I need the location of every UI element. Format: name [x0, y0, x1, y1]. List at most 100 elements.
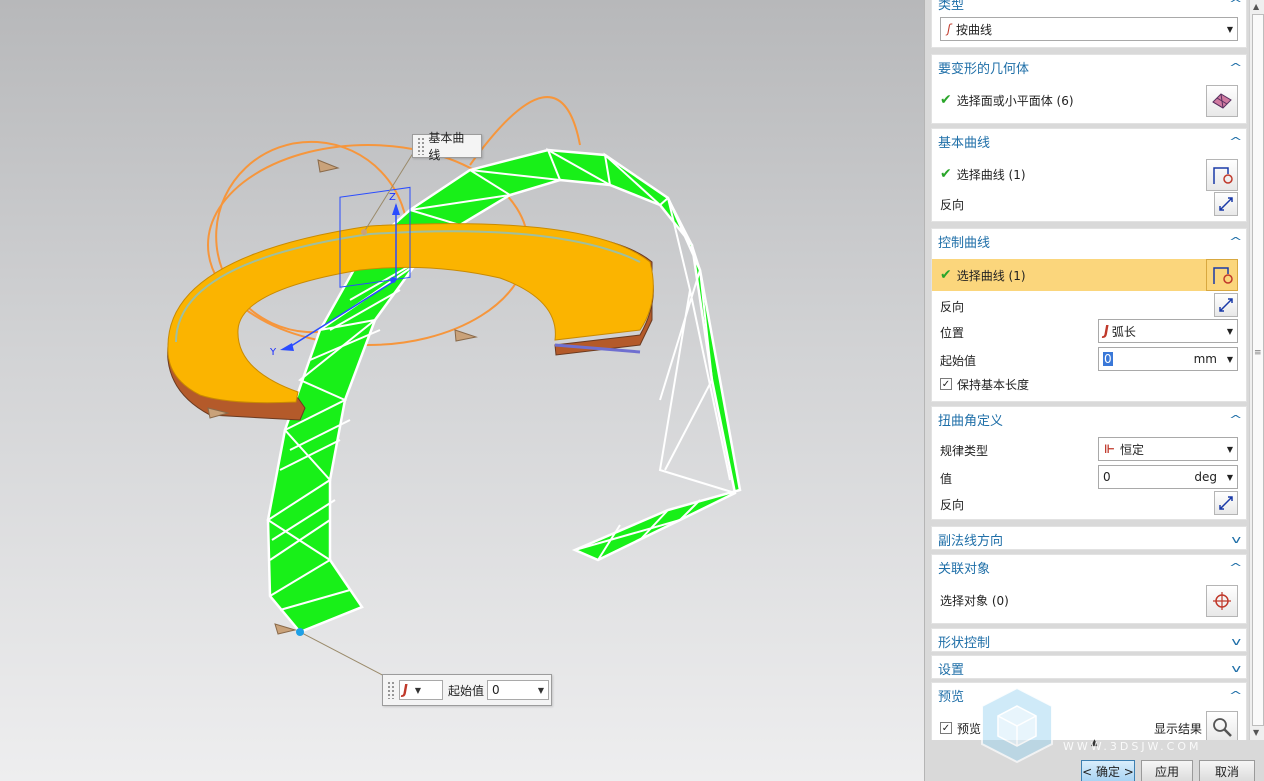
section-binormal-title: 副法线方向: [938, 533, 1004, 549]
base-curve-callout-label: 基本曲线: [428, 131, 465, 162]
twist-value-unit: deg: [1194, 470, 1217, 484]
checkmark-icon: ✔: [940, 166, 952, 182]
checkmark-icon: ✔: [940, 92, 952, 108]
position-dropdown[interactable]: J 弧长 ▼: [1098, 319, 1238, 343]
model-scene[interactable]: Z Y: [0, 0, 924, 781]
section-shape-control-header[interactable]: 形状控制 v: [932, 629, 1246, 653]
watermark-text: WWW.3DSJW.COM: [1063, 740, 1202, 753]
law-type-dropdown[interactable]: ⊩ 恒定 ▼: [1098, 437, 1238, 461]
chevron-down-icon: v: [1231, 634, 1242, 648]
start-value-input[interactable]: 0 ▼: [487, 680, 550, 700]
arrow-handle-2: [454, 329, 478, 342]
show-result-button[interactable]: [1206, 711, 1238, 740]
select-faces-row[interactable]: ✔ 选择面或小平面体 (6): [932, 87, 1248, 113]
start-value-field-text: 0: [1103, 352, 1113, 366]
control-curve-reverse-row: 反向: [932, 293, 1248, 319]
chevron-down-icon: ▼: [1226, 472, 1233, 482]
twist-value-text: 0: [1103, 470, 1111, 484]
select-object-row[interactable]: 选择对象 (0): [932, 587, 1248, 613]
section-twist-header[interactable]: 扭曲角定义 ^: [932, 407, 1246, 431]
base-curve-select-button[interactable]: [1206, 159, 1238, 191]
callout-grip[interactable]: [387, 681, 395, 699]
position-label: 位置: [940, 325, 965, 340]
control-curve-select-label: 选择曲线 (1): [956, 268, 1026, 283]
apply-button[interactable]: 应用: [1141, 760, 1193, 781]
section-settings-header[interactable]: 设置 v: [932, 656, 1246, 680]
preview-checkbox[interactable]: ✓: [940, 722, 952, 734]
twist-value-field[interactable]: 0 deg ▼: [1098, 465, 1238, 489]
control-curve-select-button[interactable]: [1206, 259, 1238, 291]
section-geometry-title: 要变形的几何体: [938, 61, 1030, 77]
start-point-handle[interactable]: [296, 628, 304, 636]
ok-button[interactable]: < 确定 >: [1081, 760, 1135, 781]
preview-label: 预览: [957, 721, 982, 736]
section-settings: 设置 v: [931, 655, 1247, 679]
arrow-handle-1: [317, 159, 340, 173]
crosshair-icon: [1213, 592, 1231, 610]
chevron-up-icon: ^: [1228, 412, 1243, 426]
position-dropdown-value: 弧长: [1111, 324, 1136, 339]
section-control-curve-title: 控制曲线: [938, 235, 991, 251]
section-shape-control-title: 形状控制: [938, 635, 991, 651]
law-type-value: 恒定: [1119, 442, 1144, 457]
scroll-down-icon[interactable]: ▼: [1253, 728, 1259, 737]
keep-length-row[interactable]: ✓ 保持基本长度: [932, 371, 1248, 397]
section-type-header[interactable]: 类型 ^: [932, 0, 1246, 15]
start-value-field-label: 起始值: [940, 353, 977, 368]
control-curve-select-row[interactable]: ✔ 选择曲线 (1): [932, 259, 1206, 291]
watermark-logo: [981, 686, 1053, 764]
scroll-up-icon[interactable]: ▲: [1253, 2, 1259, 11]
y-axis-label: Y: [269, 347, 277, 358]
dialog-scrollbar[interactable]: ▲ ≡ ▼: [1249, 0, 1264, 740]
section-associated-header[interactable]: 关联对象 ^: [932, 555, 1246, 579]
type-dropdown[interactable]: ʃ 按曲线 ▼: [940, 17, 1238, 41]
twist-reverse-label: 反向: [940, 497, 965, 512]
section-type-title: 类型: [938, 0, 965, 13]
mesh-surface: [266, 148, 742, 634]
curve-select-icon: [1213, 167, 1233, 184]
select-faces-button[interactable]: [1206, 85, 1238, 117]
section-control-curve: 控制曲线 ^ ✔ 选择曲线 (1) 反向 位置 J 弧长 ▼ 起始值 0 mm …: [931, 228, 1247, 402]
dialog-scroll-area: 类型 ^ ʃ 按曲线 ▼ 要变形的几何体 ^ ✔ 选择面或小平面体 (6) 基本…: [925, 0, 1249, 740]
section-type: 类型 ^ ʃ 按曲线 ▼: [931, 0, 1247, 48]
section-base-curve: 基本曲线 ^ ✔ 选择曲线 (1) 反向: [931, 128, 1247, 222]
control-curve-reverse-button[interactable]: [1214, 293, 1238, 317]
chevron-down-icon: ▼: [1226, 354, 1233, 364]
graphics-viewport[interactable]: Z Y 基本曲线 J ▼ 起始值 0 ▼: [0, 0, 924, 781]
deform-by-curve-dialog: 类型 ^ ʃ 按曲线 ▼ 要变形的几何体 ^ ✔ 选择面或小平面体 (6) 基本…: [924, 0, 1264, 781]
section-base-curve-title: 基本曲线: [938, 135, 991, 151]
constant-law-icon: ⊩: [1104, 442, 1115, 456]
section-control-curve-header[interactable]: 控制曲线 ^: [932, 229, 1246, 253]
cancel-button[interactable]: 取消: [1199, 760, 1255, 781]
base-curve-callout[interactable]: 基本曲线: [412, 131, 482, 162]
leader-start-value: [299, 631, 393, 681]
callout-grip[interactable]: [417, 137, 425, 155]
law-type-label: 规律类型: [940, 443, 989, 458]
base-curve-reverse-label: 反向: [940, 197, 965, 212]
magnifier-icon: [1213, 718, 1232, 737]
twist-value-label: 值: [940, 471, 953, 486]
section-twist-title: 扭曲角定义: [938, 413, 1004, 429]
keep-length-checkbox[interactable]: ✓: [940, 378, 952, 390]
position-type-dropdown[interactable]: J ▼: [399, 680, 443, 700]
chevron-up-icon: ^: [1228, 60, 1243, 74]
base-curve-select-row[interactable]: ✔ 选择曲线 (1): [932, 161, 1248, 187]
start-value-label: 起始值: [448, 683, 485, 698]
twist-reverse-button[interactable]: [1214, 491, 1238, 515]
start-value-callout[interactable]: J ▼ 起始值 0 ▼: [382, 674, 552, 706]
base-curve-reverse-button[interactable]: [1214, 192, 1238, 216]
base-curve-select-label: 选择曲线 (1): [956, 167, 1026, 182]
select-object-button[interactable]: [1206, 585, 1238, 617]
start-value-field[interactable]: 0 mm ▼: [1098, 347, 1238, 371]
keep-length-label: 保持基本长度: [957, 377, 1030, 392]
curve-type-icon: ʃ: [947, 22, 952, 36]
chevron-down-icon: ▼: [537, 685, 545, 695]
base-curve-handle[interactable]: [361, 229, 367, 235]
chevron-up-icon: ^: [1228, 234, 1243, 248]
chevron-down-icon: ▼: [1226, 326, 1233, 336]
scrollbar-thumb[interactable]: [1252, 14, 1264, 726]
section-binormal: 副法线方向 v: [931, 526, 1247, 550]
section-geometry-header[interactable]: 要变形的几何体 ^: [932, 55, 1246, 79]
section-base-curve-header[interactable]: 基本曲线 ^: [932, 129, 1246, 153]
section-binormal-header[interactable]: 副法线方向 v: [932, 527, 1246, 551]
